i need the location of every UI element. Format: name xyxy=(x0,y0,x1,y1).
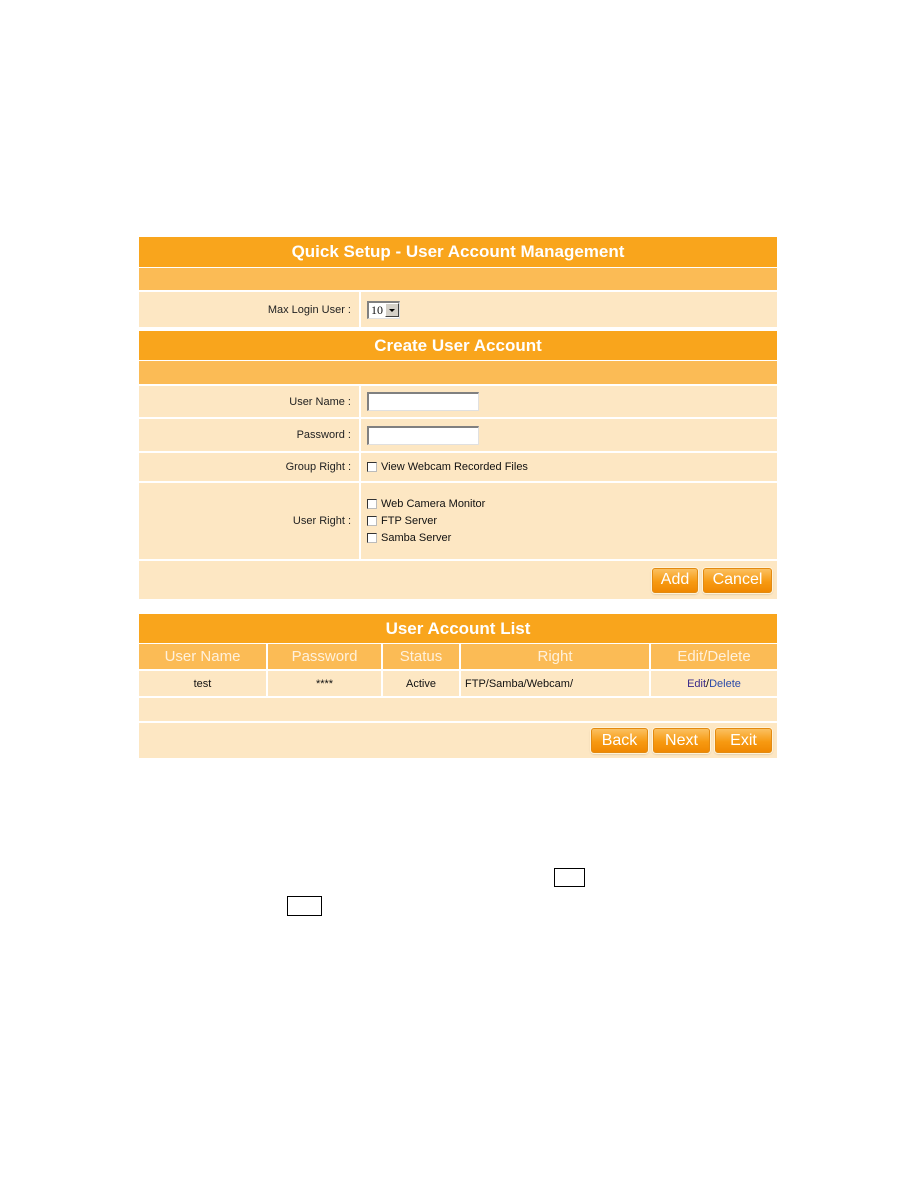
user-right-option[interactable]: FTP Server xyxy=(367,515,437,527)
cancel-button[interactable]: Cancel xyxy=(703,567,772,593)
user-right-option[interactable]: Web Camera Monitor xyxy=(367,498,485,510)
create-account-subbar xyxy=(139,361,777,386)
table-row: test **** Active FTP/Samba/Webcam/ Edit /… xyxy=(139,671,777,698)
user-right-label: User Right : xyxy=(139,483,361,559)
col-user-name: User Name xyxy=(139,644,268,669)
group-right-row: Group Right : View Webcam Recorded Files xyxy=(139,453,777,483)
col-edit-delete: Edit/Delete xyxy=(677,648,751,665)
create-actions-row: Add Cancel xyxy=(139,561,777,599)
user-right-option[interactable]: Samba Server xyxy=(367,532,451,544)
user-right-row: User Right : Web Camera Monitor FTP Serv… xyxy=(139,483,777,561)
web-camera-monitor-checkbox[interactable] xyxy=(367,499,377,509)
password-row: Password : xyxy=(139,419,777,453)
delete-link[interactable]: Delete xyxy=(709,678,741,690)
col-right: Right xyxy=(461,644,651,669)
inline-box xyxy=(554,868,585,887)
cell-user-name: test xyxy=(139,671,268,696)
quick-setup-subbar xyxy=(139,268,777,292)
web-camera-monitor-label: Web Camera Monitor xyxy=(381,498,486,510)
edit-link[interactable]: Edit xyxy=(687,678,706,690)
create-account-panel: Create User Account User Name : Password… xyxy=(139,331,777,599)
quick-setup-title: Quick Setup - User Account Management xyxy=(139,237,777,268)
max-login-label: Max Login User : xyxy=(139,292,361,327)
back-button[interactable]: Back xyxy=(591,728,648,753)
group-right-option[interactable]: View Webcam Recorded Files xyxy=(367,461,528,473)
col-password: Password xyxy=(268,644,383,669)
cell-password: **** xyxy=(268,671,383,696)
max-login-select[interactable]: 10 xyxy=(367,300,400,319)
create-account-title: Create User Account xyxy=(139,331,777,361)
ftp-server-checkbox[interactable] xyxy=(367,516,377,526)
samba-server-label: Samba Server xyxy=(381,532,452,544)
exit-button[interactable]: Exit xyxy=(715,728,772,753)
password-label: Password : xyxy=(139,419,361,451)
cell-status: Active xyxy=(383,671,461,696)
password-input[interactable] xyxy=(367,425,479,445)
account-list-panel: User Account List User Name Password Sta… xyxy=(139,614,777,758)
account-list-header: User Name Password Status Right Edit/Del… xyxy=(139,644,777,671)
navigation-row: Back Next Exit xyxy=(139,723,777,758)
username-row: User Name : xyxy=(139,386,777,419)
chevron-down-icon[interactable] xyxy=(385,303,399,317)
inline-box xyxy=(287,896,322,916)
add-button[interactable]: Add xyxy=(652,567,698,593)
quick-setup-panel: Quick Setup - User Account Management Ma… xyxy=(139,237,777,329)
col-status: Status xyxy=(383,644,461,669)
group-right-label: Group Right : xyxy=(139,453,361,481)
cell-right: FTP/Samba/Webcam/ xyxy=(461,671,651,696)
view-webcam-files-label: View Webcam Recorded Files xyxy=(381,461,528,473)
cell-actions: Edit / Delete xyxy=(651,671,777,696)
view-webcam-files-checkbox[interactable] xyxy=(367,462,377,472)
ftp-server-label: FTP Server xyxy=(381,515,438,527)
username-input[interactable] xyxy=(367,392,479,411)
username-label: User Name : xyxy=(139,386,361,417)
max-login-row: Max Login User : 10 xyxy=(139,292,777,329)
samba-server-checkbox[interactable] xyxy=(367,533,377,543)
max-login-value: 10 xyxy=(371,302,383,317)
blank-row xyxy=(139,698,777,723)
next-button[interactable]: Next xyxy=(653,728,710,753)
account-list-title: User Account List xyxy=(139,614,777,644)
